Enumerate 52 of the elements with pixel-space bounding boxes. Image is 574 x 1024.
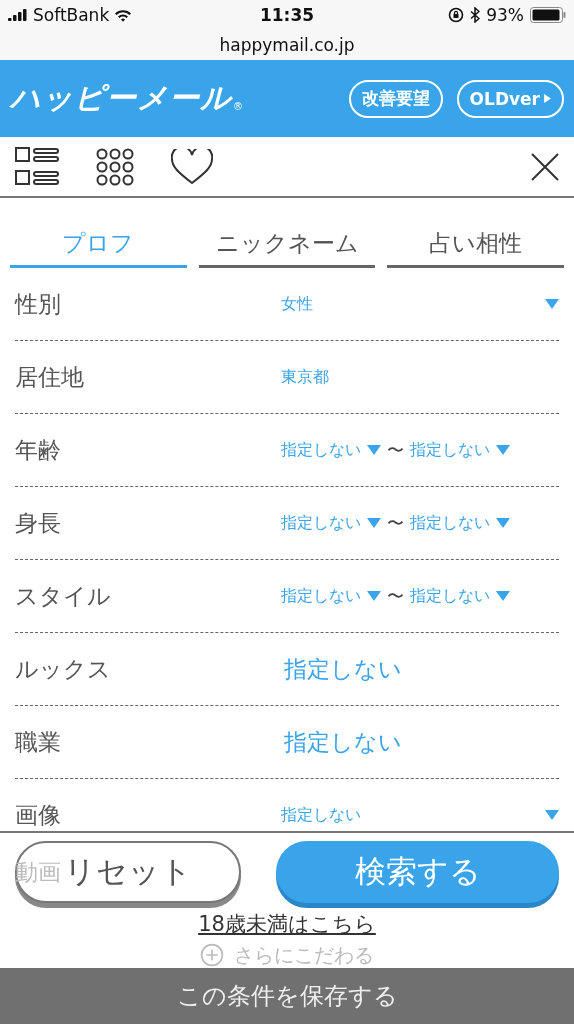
tab[interactable]: プロフ <box>10 228 187 268</box>
carrier-name: SoftBank <box>33 5 110 25</box>
field-label: 画像 <box>15 800 62 830</box>
signal-icon <box>8 9 28 21</box>
caret-icon <box>544 94 551 103</box>
dropdown-arrow-icon[interactable] <box>496 591 510 601</box>
range-separator: 〜 <box>387 438 404 462</box>
list-view-icon[interactable] <box>15 146 59 187</box>
select-value[interactable]: 指定しない <box>410 585 490 607</box>
select-value[interactable]: 指定しない <box>410 439 490 461</box>
field-label: 身長 <box>15 508 62 538</box>
select-value[interactable]: 指定しない <box>284 726 402 758</box>
select-value[interactable]: 指定しない <box>281 512 361 534</box>
field-value: 東京都 <box>281 366 329 388</box>
range-separator: 〜 <box>387 511 404 535</box>
tab[interactable]: ニックネーム <box>198 228 376 268</box>
heart-icon[interactable] <box>171 148 213 185</box>
header-button[interactable]: 改善要望 <box>348 79 443 118</box>
select-value[interactable]: 女性 <box>281 293 313 315</box>
dropdown-arrow-icon[interactable] <box>545 299 559 309</box>
select-value[interactable]: 指定しない <box>410 512 490 534</box>
bluetooth-icon <box>470 7 481 23</box>
close-icon[interactable] <box>531 152 559 181</box>
range-separator: 〜 <box>387 584 404 608</box>
more-options-link[interactable]: さらにこだわる <box>234 941 374 969</box>
select-value[interactable]: 指定しない <box>284 653 402 685</box>
select-value[interactable]: 指定しない <box>281 804 361 826</box>
select-value[interactable]: 指定しない <box>281 585 361 607</box>
clock-time: 11:35 <box>259 5 315 25</box>
dropdown-arrow-icon[interactable] <box>545 810 559 820</box>
field-label: 年齢 <box>15 435 62 465</box>
under-18-link[interactable]: 18歳未満はこちら <box>198 912 376 936</box>
field-label: ルックス <box>15 654 112 684</box>
field-label: 職業 <box>15 727 62 757</box>
dropdown-arrow-icon[interactable] <box>496 445 510 455</box>
address-bar-url[interactable]: happymail.co.jp <box>219 35 355 55</box>
select-value[interactable]: 指定しない <box>281 439 361 461</box>
dropdown-arrow-icon[interactable] <box>496 518 510 528</box>
battery-percentage: 93% <box>486 5 524 25</box>
dropdown-arrow-icon[interactable] <box>367 591 381 601</box>
plus-circle-icon <box>200 943 224 967</box>
field-label: 性別 <box>15 289 62 319</box>
battery-icon <box>530 7 566 23</box>
field-label: スタイル <box>15 581 112 611</box>
rotation-lock-icon <box>448 7 465 23</box>
dropdown-arrow-icon[interactable] <box>367 518 381 528</box>
grid-view-icon[interactable] <box>96 147 134 186</box>
header-button[interactable]: OLDver <box>456 79 564 118</box>
tab[interactable]: 占い相性 <box>387 228 564 268</box>
dropdown-arrow-icon[interactable] <box>367 445 381 455</box>
wifi-icon <box>114 8 133 22</box>
field-label: 居住地 <box>15 362 85 392</box>
